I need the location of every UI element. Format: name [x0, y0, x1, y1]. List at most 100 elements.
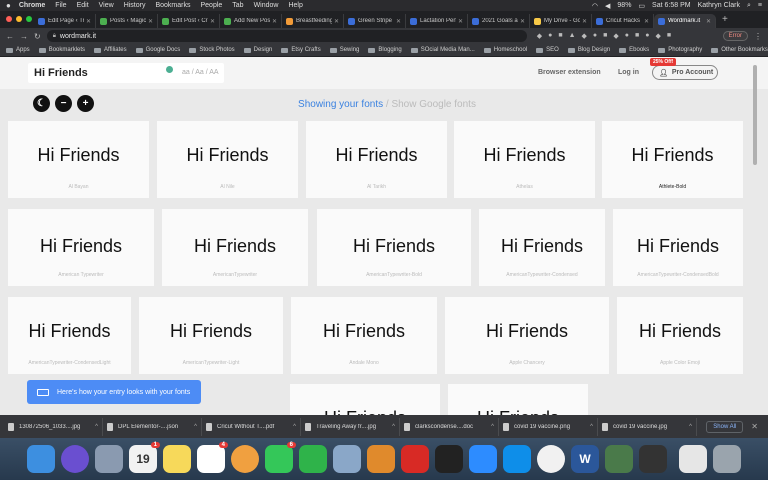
siri-icon[interactable] — [61, 445, 89, 473]
browser-tab[interactable]: Add New Post ✕ — [220, 14, 282, 28]
download-item[interactable]: Cricut Without T....pdf ^ — [202, 417, 301, 436]
bookmark-item[interactable]: Homeschool — [483, 47, 527, 53]
bookmark-item[interactable]: Affiliates — [94, 47, 127, 53]
photos-icon[interactable] — [231, 445, 259, 473]
extension-icon[interactable]: ● — [645, 32, 649, 40]
pro-account-button[interactable]: 👤︎ Pro Account — [652, 65, 718, 80]
case-options[interactable]: aa / Aa / AA — [182, 69, 219, 76]
download-item[interactable]: Traveling Away fr....jpg ^ — [301, 417, 400, 436]
chevron-up-icon[interactable]: ^ — [590, 424, 593, 430]
grammarly-icon[interactable] — [166, 66, 173, 73]
close-icon[interactable]: ✕ — [751, 422, 758, 431]
teamviewer-icon[interactable] — [503, 445, 531, 473]
menu-list-icon[interactable]: ≡ — [758, 2, 762, 9]
bookmark-item[interactable]: Etsy Crafts — [281, 47, 321, 53]
close-tab-icon[interactable]: ✕ — [272, 18, 277, 25]
browser-tab[interactable]: Posts ‹ Magic ✕ — [96, 14, 158, 28]
close-tab-icon[interactable]: ✕ — [86, 18, 91, 25]
close-tab-icon[interactable]: ✕ — [458, 18, 463, 25]
font-card[interactable]: Hi Friends AmericanTypewriter-Condensed — [479, 209, 605, 286]
volume-icon[interactable]: ◀ — [605, 2, 610, 10]
menu-bookmarks[interactable]: Bookmarks — [155, 2, 190, 9]
close-tab-icon[interactable]: ✕ — [334, 18, 339, 25]
bookmark-item[interactable]: Ebooks — [619, 47, 649, 53]
browser-tab[interactable]: Breastfeeding ✕ — [282, 14, 344, 28]
menu-people[interactable]: People — [200, 2, 222, 9]
browser-tab[interactable]: Wordmark.it ✕ — [654, 14, 716, 28]
chevron-up-icon[interactable]: ^ — [689, 424, 692, 430]
minimize-window-button[interactable] — [16, 16, 22, 22]
bookmark-item[interactable]: Bookmarklets — [38, 47, 85, 53]
trash-icon[interactable] — [713, 445, 741, 473]
font-card[interactable]: Hi Friends American Typewriter — [8, 209, 154, 286]
bookmark-item[interactable]: Stock Photos — [189, 47, 235, 53]
extension-icon[interactable]: ◆ — [537, 32, 542, 40]
font-card[interactable]: Hi Friends Athelas — [454, 121, 595, 198]
font-card[interactable]: Hi Friends — [448, 384, 588, 415]
bookmark-item[interactable]: SOcial Media Man... — [410, 47, 475, 53]
other-bookmarks[interactable]: Other Bookmarks — [711, 47, 768, 53]
browser-tab[interactable]: Edit Post ‹ Cr ✕ — [158, 14, 220, 28]
launchpad-icon[interactable] — [95, 445, 123, 473]
books-icon[interactable] — [367, 445, 395, 473]
notes-icon[interactable] — [163, 445, 191, 473]
close-tab-icon[interactable]: ✕ — [644, 18, 649, 25]
browser-tab[interactable]: My Drive - Go ✕ — [530, 14, 592, 28]
acrobat-icon[interactable] — [401, 445, 429, 473]
menu-help[interactable]: Help — [288, 2, 302, 9]
browser-tab[interactable]: Edit Page ‹ Tr ✕ — [34, 14, 96, 28]
download-item[interactable]: covid 19 vaccine.png ^ — [499, 417, 598, 436]
chrome-icon[interactable] — [537, 445, 565, 473]
font-card[interactable]: Hi Friends AmericanTypewriter-Bold — [317, 209, 471, 286]
reload-icon[interactable]: ↻ — [34, 32, 41, 41]
search-icon[interactable]: ⌕ — [747, 2, 751, 10]
forward-icon[interactable]: → — [20, 32, 28, 41]
close-tab-icon[interactable]: ✕ — [210, 18, 215, 25]
wifi-icon[interactable]: ◠ — [592, 2, 598, 10]
new-tab-button[interactable]: + — [722, 14, 728, 25]
menu-history[interactable]: History — [124, 2, 146, 9]
font-card[interactable]: Hi Friends Andale Mono — [291, 297, 437, 374]
chevron-up-icon[interactable]: ^ — [491, 424, 494, 430]
scrollbar-thumb[interactable] — [753, 65, 757, 165]
zoom-window-button[interactable] — [26, 16, 32, 22]
download-item[interactable]: DPL Elementor-....json ^ — [103, 417, 202, 436]
font-card[interactable]: Hi Friends Athlete-Bold — [602, 121, 743, 198]
extension-icon[interactable]: ● — [625, 32, 629, 40]
menu-chrome[interactable]: Chrome — [19, 2, 45, 9]
extension-icon[interactable]: ◆ — [613, 32, 618, 40]
close-tab-icon[interactable]: ✕ — [148, 18, 153, 25]
font-card[interactable]: Hi Friends AmericanTypewriter-CondensedLi… — [8, 297, 131, 374]
entry-preview-toast[interactable]: Here's how your entry looks with your fo… — [27, 380, 201, 404]
finder-icon[interactable] — [27, 445, 55, 473]
terminal-icon[interactable] — [435, 445, 463, 473]
font-card[interactable]: Hi Friends — [290, 384, 440, 415]
lock-icon[interactable]: 🔒︎ — [53, 33, 56, 40]
browser-tab[interactable]: 2021 Goals an ✕ — [468, 14, 530, 28]
download-item[interactable]: covid 19 vaccine.jpg ^ — [598, 417, 697, 436]
word-icon[interactable]: W — [571, 445, 599, 473]
close-tab-icon[interactable]: ✕ — [520, 18, 525, 25]
messages-icon[interactable]: 6 — [265, 442, 296, 473]
preview-text-input[interactable]: Hi Friends aa / Aa / AA — [28, 63, 224, 83]
preview-icon[interactable] — [333, 445, 361, 473]
extension-icon[interactable]: ▲ — [569, 32, 576, 40]
close-tab-icon[interactable]: ✕ — [396, 18, 401, 25]
page-scrollbar[interactable] — [752, 57, 758, 415]
close-tab-icon[interactable]: ✕ — [706, 18, 711, 25]
extension-icon[interactable]: ◆ — [582, 32, 587, 40]
back-icon[interactable]: ← — [6, 32, 14, 41]
downloads-stack-icon[interactable] — [679, 445, 707, 473]
font-card[interactable]: Hi Friends AmericanTypewriter-CondensedBo… — [613, 209, 743, 286]
extension-icon[interactable]: ■ — [603, 32, 607, 40]
calendar-icon[interactable]: 19 1 — [129, 442, 160, 473]
font-card[interactable]: Hi Friends Al Tarikh — [306, 121, 447, 198]
printer-icon[interactable] — [639, 445, 667, 473]
bookmark-item[interactable]: Apps — [6, 47, 30, 53]
cricut-icon[interactable] — [605, 445, 633, 473]
chevron-up-icon[interactable]: ^ — [95, 424, 98, 430]
font-card[interactable]: Hi Friends Apple Color Emoji — [617, 297, 743, 374]
bookmark-item[interactable]: Blogging — [368, 47, 402, 53]
browser-tab[interactable]: Cricut Hacks ✕ — [592, 14, 654, 28]
close-tab-icon[interactable]: ✕ — [582, 18, 587, 25]
